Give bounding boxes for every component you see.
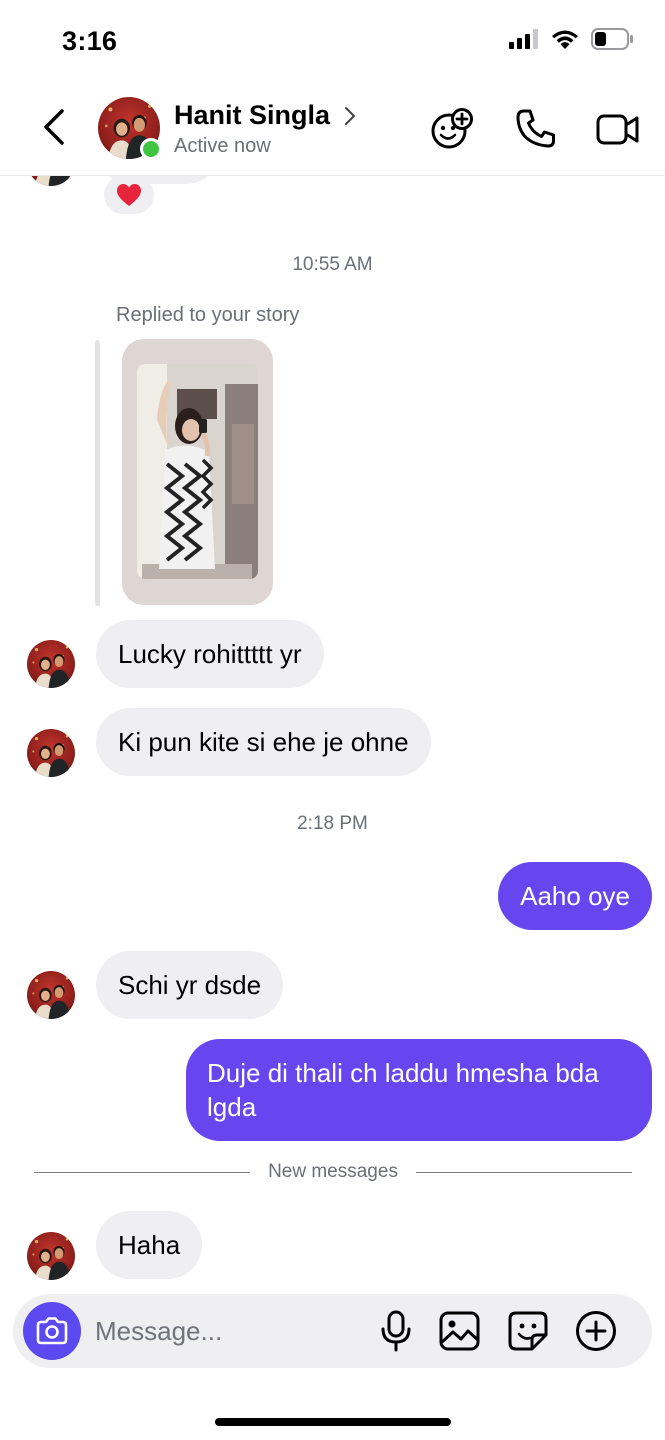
timestamp: 10:55 AM xyxy=(292,254,373,275)
status-time: 3:16 xyxy=(62,26,118,56)
microphone-icon xyxy=(381,1310,411,1352)
story-thumbnail xyxy=(137,364,258,579)
chat-header: Hanit Singla Active now xyxy=(0,80,665,176)
contact-avatar-small[interactable] xyxy=(27,176,75,186)
contact-status: Active now xyxy=(174,135,271,157)
voice-call-button[interactable] xyxy=(514,107,558,151)
contact-avatar-small[interactable] xyxy=(27,971,75,1019)
reply-quote-bar xyxy=(95,340,100,606)
new-messages-label: New messages xyxy=(268,1161,398,1182)
message-bubble-incoming[interactable]: Lucky rohittttt yr xyxy=(96,620,324,688)
cellular-signal-icon xyxy=(509,29,538,49)
divider-line xyxy=(415,1171,633,1173)
gallery-button[interactable] xyxy=(438,1309,482,1353)
plus-icon xyxy=(576,1311,616,1351)
voice-message-button[interactable] xyxy=(374,1309,418,1353)
more-options-button[interactable] xyxy=(574,1309,618,1353)
add-effect-icon xyxy=(431,108,473,149)
camera-icon xyxy=(36,1317,68,1345)
back-icon xyxy=(44,109,64,145)
story-reply-label: Replied to your story xyxy=(116,304,300,326)
divider-line xyxy=(34,1171,251,1173)
contact-avatar-small[interactable] xyxy=(27,729,75,777)
status-icons xyxy=(509,28,633,50)
online-status-dot xyxy=(140,138,162,160)
back-button[interactable] xyxy=(38,107,70,147)
video-call-button[interactable] xyxy=(596,107,640,151)
contact-name[interactable]: Hanit Singla xyxy=(174,100,330,131)
chevron-right-icon[interactable] xyxy=(343,105,357,127)
heart-icon xyxy=(117,184,141,206)
message-bubble-incoming[interactable]: Ki pun kite si ehe je ohne xyxy=(96,708,431,776)
wifi-icon xyxy=(552,30,578,49)
battery-icon xyxy=(591,28,633,50)
contact-avatar-small[interactable] xyxy=(27,1232,75,1280)
sticker-button[interactable] xyxy=(506,1309,550,1353)
new-messages-divider: New messages xyxy=(34,1160,633,1184)
status-bar: 3:16 xyxy=(0,0,665,80)
message-bubble-outgoing[interactable]: Aaho oye xyxy=(498,862,652,930)
timestamp: 2:18 PM xyxy=(297,813,368,834)
message-composer xyxy=(13,1294,652,1368)
message-bubble-incoming[interactable]: Haha xyxy=(96,1211,203,1279)
add-effect-button[interactable] xyxy=(430,107,474,151)
story-preview[interactable] xyxy=(122,339,273,605)
message-bubble-outgoing[interactable]: Duje di thali ch laddu hmesha bda lgda xyxy=(186,1039,652,1141)
video-camera-icon xyxy=(596,114,639,145)
camera-button[interactable] xyxy=(23,1302,81,1360)
message-bubble-incoming[interactable]: Schi yr dsde xyxy=(96,951,284,1019)
message-reaction[interactable] xyxy=(104,176,154,214)
message-input[interactable] xyxy=(95,1313,355,1349)
message-thread[interactable]: 10:55 AM Replied to your story Lucky roh… xyxy=(0,176,665,1286)
contact-avatar-small[interactable] xyxy=(27,640,75,688)
gallery-icon xyxy=(439,1311,480,1351)
sticker-icon xyxy=(508,1311,548,1351)
home-indicator[interactable] xyxy=(215,1418,451,1426)
phone-icon xyxy=(516,109,555,148)
